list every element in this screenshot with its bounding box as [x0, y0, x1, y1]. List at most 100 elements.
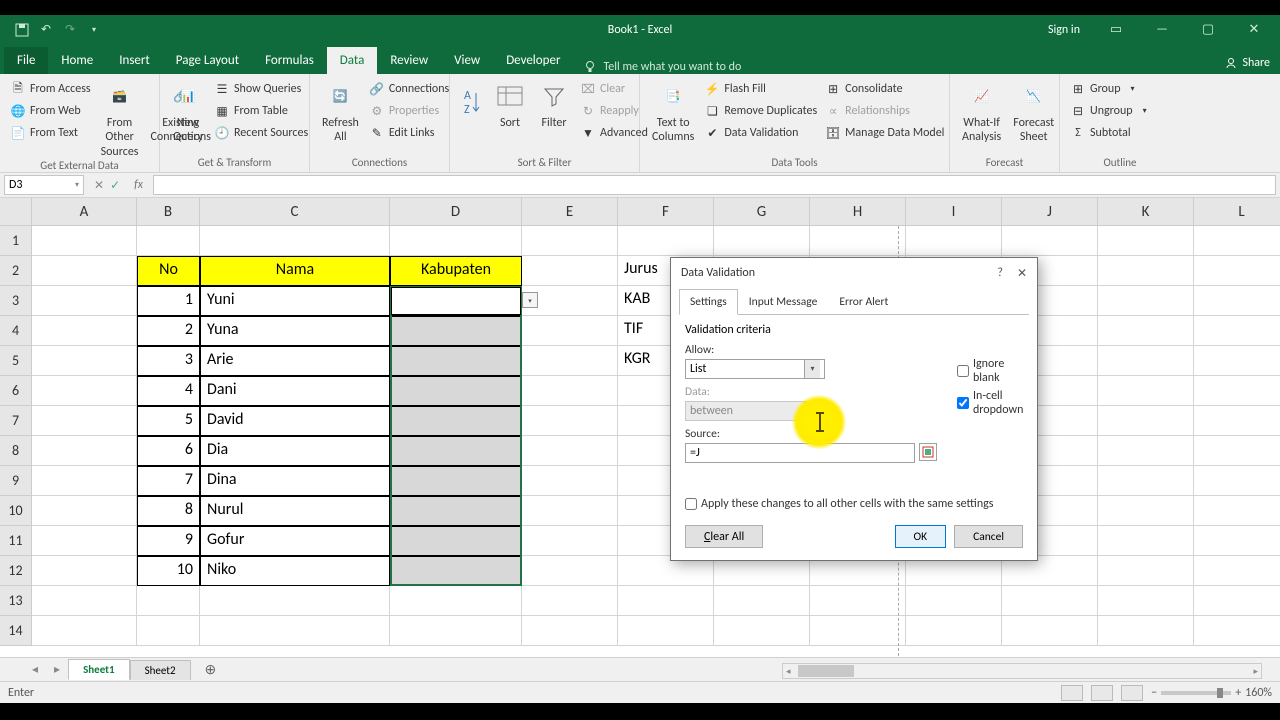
- data-validation-button[interactable]: ✔Data Validation: [700, 123, 821, 143]
- dialog-close-button[interactable]: ✕: [1017, 266, 1027, 281]
- ribbon-options-icon[interactable]: ▭: [1096, 15, 1136, 44]
- column-header[interactable]: I: [906, 198, 1002, 226]
- column-header[interactable]: B: [137, 198, 200, 226]
- cell[interactable]: [32, 616, 137, 646]
- active-cell[interactable]: [391, 287, 521, 315]
- dialog-tab-input-message[interactable]: Input Message: [738, 289, 829, 315]
- tab-formulas[interactable]: Formulas: [252, 47, 327, 74]
- cell[interactable]: [1098, 436, 1194, 466]
- cell[interactable]: [1098, 316, 1194, 346]
- cell[interactable]: [906, 586, 1002, 616]
- select-all-corner[interactable]: [0, 198, 32, 226]
- cell[interactable]: [906, 616, 1002, 646]
- cell[interactable]: David: [200, 406, 390, 436]
- cell[interactable]: [1194, 616, 1280, 646]
- save-icon[interactable]: [12, 20, 32, 40]
- manage-data-model-button[interactable]: 🗄Manage Data Model: [821, 123, 948, 143]
- row-header[interactable]: 1: [0, 226, 32, 256]
- row-header[interactable]: 7: [0, 406, 32, 436]
- minimize-button[interactable]: —: [1142, 15, 1182, 44]
- cell[interactable]: [1098, 286, 1194, 316]
- dialog-titlebar[interactable]: Data Validation ? ✕: [671, 258, 1037, 288]
- cell[interactable]: Yuni: [200, 286, 390, 316]
- cell[interactable]: [1098, 616, 1194, 646]
- cell[interactable]: Nama: [200, 256, 390, 286]
- cell[interactable]: [32, 406, 137, 436]
- cell[interactable]: [522, 496, 618, 526]
- cell[interactable]: [618, 616, 714, 646]
- cell[interactable]: [32, 376, 137, 406]
- cell[interactable]: [522, 616, 618, 646]
- cell[interactable]: [714, 226, 810, 256]
- cell[interactable]: [1194, 226, 1280, 256]
- column-header[interactable]: J: [1002, 198, 1098, 226]
- row-header[interactable]: 4: [0, 316, 32, 346]
- flash-fill-button[interactable]: ⚡Flash Fill: [700, 79, 821, 99]
- enter-formula-icon[interactable]: ✓: [110, 178, 120, 193]
- name-box[interactable]: D3▾: [4, 175, 84, 195]
- recent-sources-button[interactable]: 🕘Recent Sources: [210, 123, 312, 143]
- new-query-button[interactable]: 📊New Query: [166, 77, 210, 145]
- cell[interactable]: [618, 586, 714, 616]
- refresh-all-button[interactable]: 🔄Refresh All: [316, 77, 365, 145]
- column-header[interactable]: A: [32, 198, 137, 226]
- cell[interactable]: 7: [137, 466, 200, 496]
- column-header[interactable]: H: [810, 198, 906, 226]
- cell[interactable]: Nurul: [200, 496, 390, 526]
- row-header[interactable]: 8: [0, 436, 32, 466]
- cell[interactable]: [1098, 586, 1194, 616]
- dialog-tab-error-alert[interactable]: Error Alert: [828, 289, 899, 315]
- formula-input[interactable]: [153, 175, 1276, 195]
- from-table-button[interactable]: ▦From Table: [210, 101, 312, 121]
- fx-icon[interactable]: fx: [134, 178, 143, 192]
- ignore-blank-checkbox[interactable]: Ignore blank: [957, 357, 1023, 385]
- cell[interactable]: [714, 616, 810, 646]
- cell[interactable]: [522, 316, 618, 346]
- cell[interactable]: [1194, 346, 1280, 376]
- cell[interactable]: [522, 346, 618, 376]
- ok-button[interactable]: OK: [895, 525, 947, 548]
- dialog-tab-settings[interactable]: Settings: [679, 289, 738, 315]
- column-header[interactable]: L: [1194, 198, 1280, 226]
- row-header[interactable]: 3: [0, 286, 32, 316]
- cell[interactable]: [522, 556, 618, 586]
- cell[interactable]: [810, 616, 906, 646]
- from-access-button[interactable]: 🗎From Access: [6, 79, 95, 99]
- view-break-button[interactable]: [1121, 685, 1143, 701]
- text-to-columns-button[interactable]: 📑Text to Columns: [646, 77, 700, 145]
- cell[interactable]: [1098, 256, 1194, 286]
- signin-link[interactable]: Sign in: [1048, 23, 1080, 37]
- cell[interactable]: [1002, 586, 1098, 616]
- undo-icon[interactable]: ↶: [36, 20, 56, 40]
- cell[interactable]: [522, 376, 618, 406]
- cell[interactable]: [1098, 406, 1194, 436]
- cell[interactable]: 2: [137, 316, 200, 346]
- cell[interactable]: [1194, 406, 1280, 436]
- cell[interactable]: Arie: [200, 346, 390, 376]
- show-queries-button[interactable]: ☰Show Queries: [210, 79, 312, 99]
- cell-dropdown-handle[interactable]: ▾: [522, 292, 538, 308]
- cell[interactable]: Yuna: [200, 316, 390, 346]
- dialog-help-button[interactable]: ?: [997, 266, 1003, 281]
- row-header[interactable]: 6: [0, 376, 32, 406]
- cell[interactable]: 6: [137, 436, 200, 466]
- qat-dropdown-icon[interactable]: ▾: [84, 20, 104, 40]
- zoom-control[interactable]: −+160%: [1151, 686, 1272, 700]
- cell[interactable]: [137, 226, 200, 256]
- column-header[interactable]: K: [1098, 198, 1194, 226]
- connections-button[interactable]: 🔗Connections: [365, 79, 453, 99]
- cell[interactable]: [1098, 226, 1194, 256]
- remove-duplicates-button[interactable]: ❏Remove Duplicates: [700, 101, 821, 121]
- cell[interactable]: 1: [137, 286, 200, 316]
- cell[interactable]: [390, 376, 522, 406]
- cell[interactable]: 3: [137, 346, 200, 376]
- tab-developer[interactable]: Developer: [493, 47, 573, 74]
- cell[interactable]: [810, 226, 906, 256]
- cell[interactable]: [1194, 376, 1280, 406]
- sort-az-button[interactable]: AZ: [456, 77, 488, 143]
- from-text-button[interactable]: 📄From Text: [6, 123, 95, 143]
- cell[interactable]: [390, 616, 522, 646]
- row-header[interactable]: 2: [0, 256, 32, 286]
- cell[interactable]: [522, 406, 618, 436]
- tab-data[interactable]: Data: [327, 47, 378, 74]
